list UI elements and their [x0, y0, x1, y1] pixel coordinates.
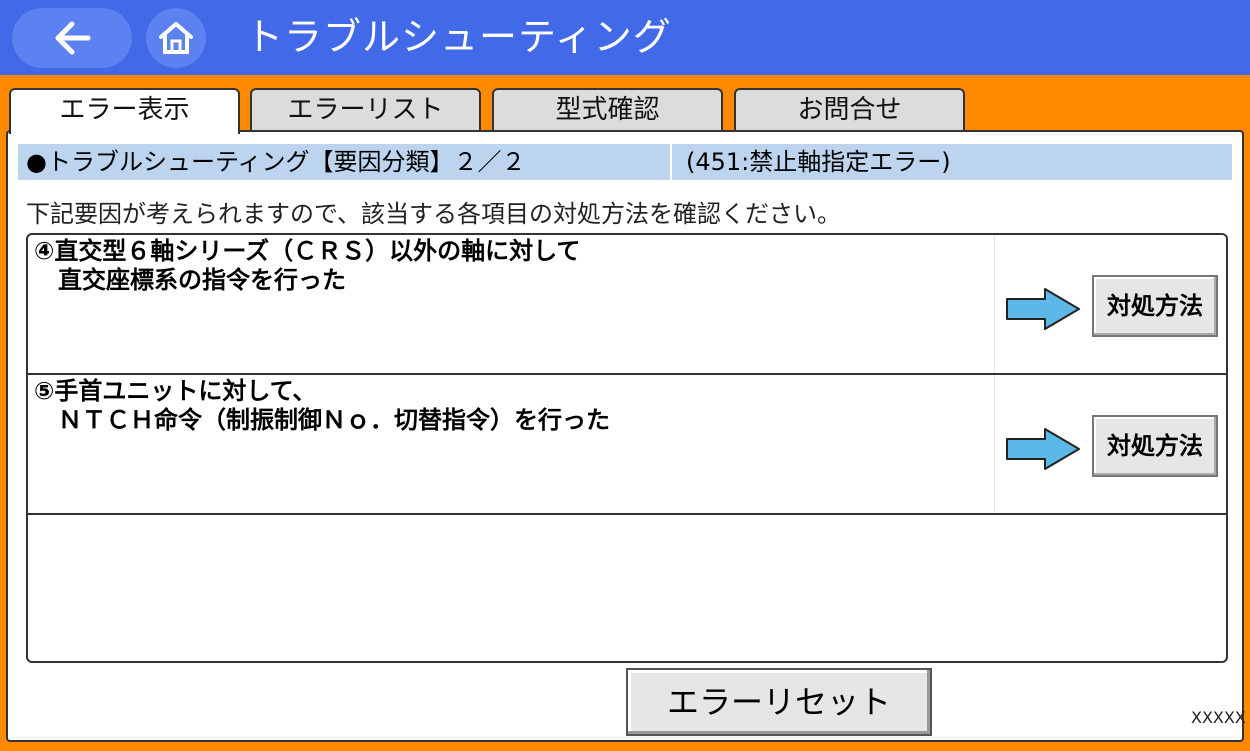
header-divider [670, 144, 672, 180]
error-info: (451:禁止軸指定エラー) [686, 148, 951, 176]
divider [994, 375, 995, 513]
screen-code: XXXXX [1191, 708, 1246, 727]
content-panel: ●トラブルシューティング【要因分類】２／２ (451:禁止軸指定エラー) 下記要… [6, 130, 1246, 742]
page-title: トラブルシューティング [245, 15, 672, 59]
cause-text: ⑤手首ユニットに対して、 ＮＴＣＨ命令（制振制御Ｎｏ．切替指令）を行った [34, 377, 610, 434]
section-title: ●トラブルシューティング【要因分類】２／２ [26, 148, 526, 176]
tab-model-check[interactable]: 型式確認 [492, 88, 723, 132]
list-item: ④直交型６軸シリーズ（ＣＲＳ）以外の軸に対して 直交座標系の指令を行った 対処方… [28, 235, 1226, 375]
arrow-right-icon [1006, 288, 1080, 330]
tab-error-list[interactable]: エラーリスト [250, 88, 481, 132]
back-button[interactable] [12, 8, 132, 68]
cause-list: ④直交型６軸シリーズ（ＣＲＳ）以外の軸に対して 直交座標系の指令を行った 対処方… [26, 233, 1228, 663]
countermeasure-button[interactable]: 対処方法 [1092, 275, 1218, 337]
home-button[interactable] [146, 8, 206, 68]
list-item: ⑤手首ユニットに対して、 ＮＴＣＨ命令（制振制御Ｎｏ．切替指令）を行った 対処方… [28, 375, 1226, 515]
divider [994, 235, 995, 373]
cause-text: ④直交型６軸シリーズ（ＣＲＳ）以外の軸に対して 直交座標系の指令を行った [34, 237, 581, 294]
tab-inquiry[interactable]: お問合せ [734, 88, 965, 132]
top-bar: トラブルシューティング [0, 0, 1250, 75]
arrow-right-icon [1006, 428, 1080, 470]
error-reset-button[interactable]: エラーリセット [626, 668, 932, 736]
home-icon [159, 22, 193, 54]
arrow-left-icon [55, 21, 91, 55]
countermeasure-button[interactable]: 対処方法 [1092, 415, 1218, 477]
tab-error-display[interactable]: エラー表示 [9, 88, 240, 134]
description-text: 下記要因が考えられますので、該当する各項目の対処方法を確認ください。 [26, 200, 842, 228]
section-header: ●トラブルシューティング【要因分類】２／２ (451:禁止軸指定エラー) [18, 144, 1232, 180]
